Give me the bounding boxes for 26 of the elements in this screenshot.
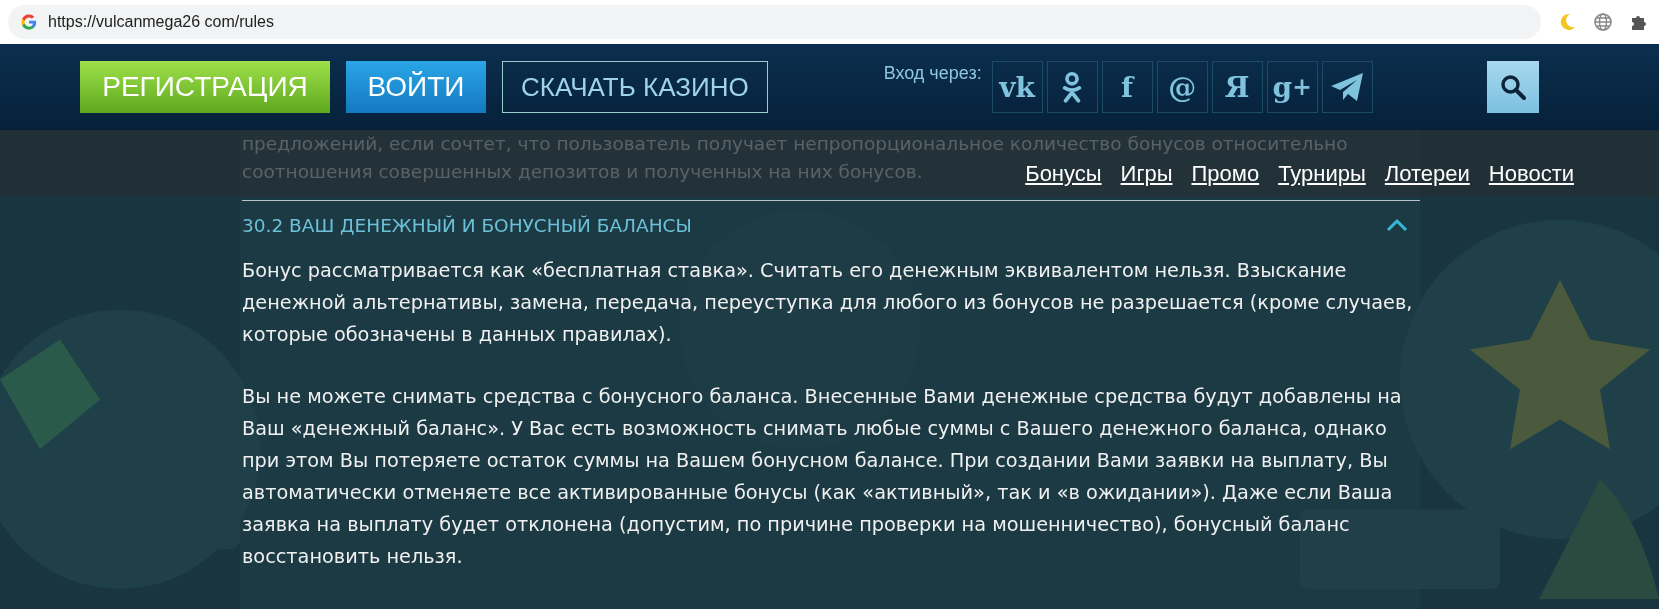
social-login-button[interactable] [1321,61,1373,113]
google-icon [20,13,38,31]
paragraph: Вы не можете снимать средства с бонусного баланса. Внесенные Вами денежные средства будут добавлены на Ваш «денежный баланс». У Вас есть возможность снимать любые суммы с Вашего денежного баланса, однако при этом Вы потеряете остаток суммы на Вашем бонусном балансе. При создании Вами заявки на выплату, Вы автоматически отменяете все активированные бонусы (как «активный», так и «в ожидании»). Даже если Ваша заявка на выплату будет отклонена (допустим, по причине проверки на мошенничество), бонусный баланс восстановить нельзя. [242,384,1403,570]
social-login-button[interactable]: @ [1156,61,1208,113]
paragraph: Бонус рассматривается как «бесплатная ставка». Считать его денежным эквивалентом нельзя. Взыскание денежной альтернативы, замена, передача, переуступка для любого из бонусов не разрешается (кроме случаев, которые обозначены в данных правилах). [242,258,1414,348]
social-login-button[interactable] [1046,61,1098,113]
nav-link[interactable]: Турниры [1278,161,1366,187]
social-login-button[interactable]: f [1101,61,1153,113]
paper-plane-icon [1330,72,1365,102]
header-button[interactable]: СКАЧАТЬ КАЗИНО [502,61,768,113]
chevron-icon[interactable] [1386,218,1408,232]
search-button[interactable] [1486,61,1539,113]
person-icon [1061,71,1084,103]
nav-link[interactable]: Бонусы [1025,161,1102,187]
globe-icon[interactable] [1593,12,1613,32]
nav-link[interactable]: Новости [1488,161,1574,187]
social-login-button[interactable]: Я [1211,61,1263,113]
url-text[interactable]: https://vulcanmega26 com/rules [48,13,274,31]
section-title[interactable]: 30.2 ВАШ ДЕНЕЖНЫЙ И БОНУСНЫЙ БАЛАНСЫ [242,214,692,236]
login-via-label: Вход через: [883,63,982,84]
header-button[interactable]: ВОЙТИ [346,61,486,113]
search-icon [1499,74,1526,100]
nav-link[interactable]: Промо [1191,161,1260,187]
nav-link[interactable]: Игры [1120,161,1173,187]
nav-link[interactable]: Лотереи [1384,161,1470,187]
social-login-button[interactable]: vk [991,61,1043,113]
